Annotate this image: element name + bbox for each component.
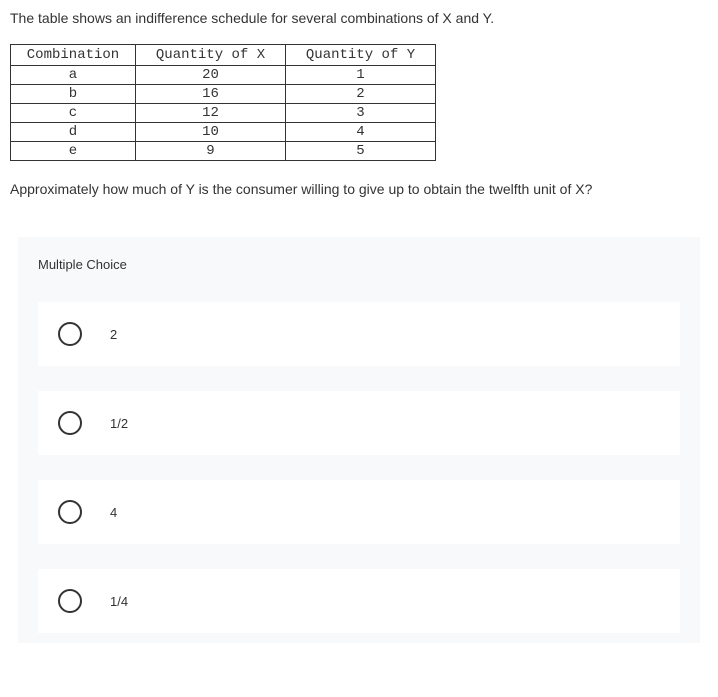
choice-option[interactable]: 2 bbox=[38, 302, 680, 366]
cell-x: 10 bbox=[136, 123, 286, 142]
header-combination: Combination bbox=[11, 45, 136, 66]
cell-x: 9 bbox=[136, 142, 286, 161]
cell-combo: e bbox=[11, 142, 136, 161]
cell-combo: d bbox=[11, 123, 136, 142]
header-quantity-y: Quantity of Y bbox=[286, 45, 436, 66]
table-row: d 10 4 bbox=[11, 123, 436, 142]
table-row: b 16 2 bbox=[11, 85, 436, 104]
cell-x: 20 bbox=[136, 66, 286, 85]
radio-unselected-icon[interactable] bbox=[58, 500, 82, 524]
choice-label: 1/2 bbox=[110, 416, 128, 431]
cell-x: 12 bbox=[136, 104, 286, 123]
question-text: Approximately how much of Y is the consu… bbox=[10, 181, 708, 197]
table-row: e 9 5 bbox=[11, 142, 436, 161]
cell-y: 3 bbox=[286, 104, 436, 123]
radio-unselected-icon[interactable] bbox=[58, 411, 82, 435]
choice-option[interactable]: 4 bbox=[38, 480, 680, 544]
intro-text: The table shows an indifference schedule… bbox=[10, 10, 708, 26]
radio-unselected-icon[interactable] bbox=[58, 322, 82, 346]
choice-option[interactable]: 1/4 bbox=[38, 569, 680, 633]
choice-label: 1/4 bbox=[110, 594, 128, 609]
choice-label: 4 bbox=[110, 505, 117, 520]
cell-y: 5 bbox=[286, 142, 436, 161]
cell-combo: c bbox=[11, 104, 136, 123]
cell-y: 4 bbox=[286, 123, 436, 142]
cell-combo: a bbox=[11, 66, 136, 85]
choice-option[interactable]: 1/2 bbox=[38, 391, 680, 455]
table-row: a 20 1 bbox=[11, 66, 436, 85]
cell-x: 16 bbox=[136, 85, 286, 104]
indifference-table: Combination Quantity of X Quantity of Y … bbox=[10, 44, 436, 161]
table-row: c 12 3 bbox=[11, 104, 436, 123]
cell-combo: b bbox=[11, 85, 136, 104]
header-quantity-x: Quantity of X bbox=[136, 45, 286, 66]
section-label: Multiple Choice bbox=[38, 257, 680, 272]
choice-label: 2 bbox=[110, 327, 117, 342]
cell-y: 1 bbox=[286, 66, 436, 85]
answers-block: Multiple Choice 2 1/2 4 1/4 bbox=[18, 237, 700, 643]
cell-y: 2 bbox=[286, 85, 436, 104]
radio-unselected-icon[interactable] bbox=[58, 589, 82, 613]
